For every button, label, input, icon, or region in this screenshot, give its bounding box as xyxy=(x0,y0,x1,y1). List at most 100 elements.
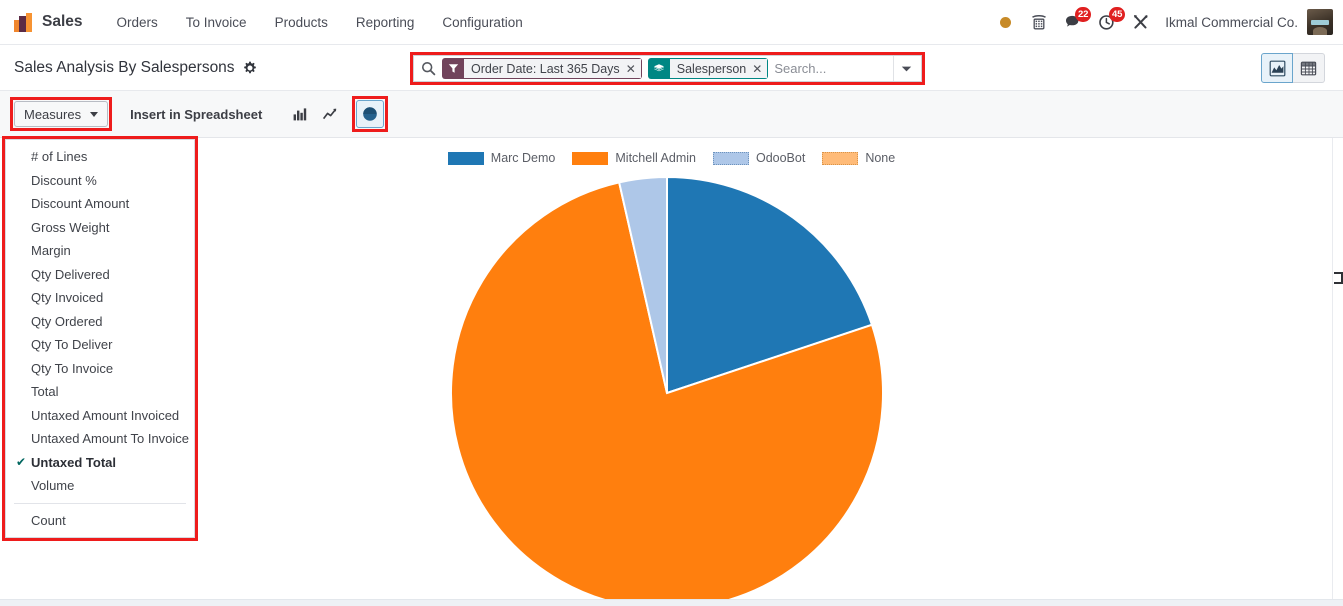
view-switcher xyxy=(1261,53,1325,83)
scroll-edge-marker xyxy=(1334,272,1343,284)
activities-button[interactable]: 45 xyxy=(1090,5,1126,39)
legend-item-marc-demo[interactable]: Marc Demo xyxy=(447,151,555,165)
search-facet-label: Order Date: Last 365 Days xyxy=(471,61,620,76)
chart-type-line-button[interactable] xyxy=(316,100,344,128)
measure-item-qty-to-invoice[interactable]: Qty To Invoice xyxy=(6,357,194,381)
measures-dropdown-button[interactable]: Measures xyxy=(14,101,109,127)
caret-down-icon xyxy=(90,111,99,117)
page-bottom-edge xyxy=(0,599,1343,606)
measure-item-discount-amount[interactable]: Discount Amount xyxy=(6,192,194,216)
line-chart-icon xyxy=(323,108,337,120)
odoo-sales-logo-icon[interactable] xyxy=(14,12,33,32)
measures-dropdown-menu: # of Lines Discount % Discount Amount Gr… xyxy=(5,139,195,538)
legend-label: None xyxy=(865,151,896,165)
measure-item-label: Discount % xyxy=(31,172,97,188)
area-chart-icon xyxy=(1269,60,1285,76)
menu-item-orders[interactable]: Orders xyxy=(103,9,172,36)
gear-icon[interactable] xyxy=(243,61,257,75)
menu-item-reporting[interactable]: Reporting xyxy=(342,9,429,36)
insert-in-spreadsheet-button[interactable]: Insert in Spreadsheet xyxy=(122,102,270,127)
main-menu: Orders To Invoice Products Reporting Con… xyxy=(103,9,537,36)
measure-item-label: Total xyxy=(31,384,59,400)
measure-item-label: Qty To Deliver xyxy=(31,337,113,353)
measure-item-total[interactable]: Total xyxy=(6,380,194,404)
legend-item-odoobot[interactable]: OdooBot xyxy=(712,151,806,165)
top-navbar: Sales Orders To Invoice Products Reporti… xyxy=(0,0,1343,45)
search-facet-body: Salesperson ✕ xyxy=(669,58,769,79)
legend-swatch xyxy=(447,151,484,165)
pivot-table-icon xyxy=(1300,61,1317,75)
view-switcher-pivot[interactable] xyxy=(1293,53,1325,83)
measure-item-untaxed-total[interactable]: ✔ Untaxed Total xyxy=(6,451,194,475)
measure-item-label: Untaxed Amount To Invoice xyxy=(31,431,190,447)
search-facet-label: Salesperson xyxy=(676,61,747,76)
measure-item-label: Gross Weight xyxy=(31,219,110,235)
search-view[interactable]: Order Date: Last 365 Days ✕ Salesperson … xyxy=(413,55,922,82)
chevron-down-icon[interactable] xyxy=(893,56,919,81)
measure-item-label: Count xyxy=(31,512,66,528)
voip-button[interactable] xyxy=(1022,5,1056,39)
checkmark-icon: ✔ xyxy=(16,455,27,470)
legend-item-mitchell-admin[interactable]: Mitchell Admin xyxy=(572,151,696,165)
chart-type-group xyxy=(286,96,389,132)
measure-item-gross-weight[interactable]: Gross Weight xyxy=(6,216,194,240)
measure-item-discount-percent[interactable]: Discount % xyxy=(6,169,194,193)
phone-keypad-icon xyxy=(1032,14,1047,30)
measure-item-qty-delivered[interactable]: Qty Delivered xyxy=(6,263,194,287)
legend-item-none[interactable]: None xyxy=(822,151,895,165)
measure-item-label: Untaxed Amount Invoiced xyxy=(31,407,180,423)
measure-item-qty-invoiced[interactable]: Qty Invoiced xyxy=(6,286,194,310)
search-facet-order-date[interactable]: Order Date: Last 365 Days ✕ xyxy=(442,58,642,79)
measure-item-margin[interactable]: Margin xyxy=(6,239,194,263)
measure-item-untaxed-amount-invoiced[interactable]: Untaxed Amount Invoiced xyxy=(6,404,194,428)
measure-item-label: Volume xyxy=(31,478,75,494)
measure-item-label: Qty Invoiced xyxy=(31,290,104,306)
dropdown-divider xyxy=(14,502,186,504)
measure-item-qty-to-deliver[interactable]: Qty To Deliver xyxy=(6,333,194,357)
measure-item-label: Qty To Invoice xyxy=(31,360,114,376)
close-icon[interactable]: ✕ xyxy=(626,63,636,75)
legend-label: OdooBot xyxy=(755,151,806,165)
pie-slice-group[interactable] xyxy=(450,176,884,599)
page-title: Sales Analysis By Salespersons xyxy=(14,58,235,76)
filter-funnel-icon xyxy=(442,58,464,79)
presence-status-button[interactable] xyxy=(988,5,1022,39)
company-name[interactable]: Ikmal Commercial Co. xyxy=(1158,15,1307,30)
layers-stack-icon xyxy=(647,58,670,79)
graph-renderer: Marc Demo Mitchell Admin OdooBot None xyxy=(0,138,1343,599)
measure-item-label: Margin xyxy=(31,243,71,259)
menu-item-configuration[interactable]: Configuration xyxy=(428,9,536,36)
menu-item-to-invoice[interactable]: To Invoice xyxy=(172,9,261,36)
measures-button-label: Measures xyxy=(24,106,82,122)
measure-item-label: Qty Delivered xyxy=(31,266,110,282)
measure-item-of-lines[interactable]: # of Lines xyxy=(6,145,194,169)
measure-item-volume[interactable]: Volume xyxy=(6,474,194,498)
pie-chart-icon xyxy=(363,107,378,121)
menu-item-products[interactable]: Products xyxy=(261,9,342,36)
search-facet-salesperson[interactable]: Salesperson ✕ xyxy=(647,58,769,79)
pie-chart-svg[interactable] xyxy=(450,176,884,599)
pie-chart[interactable] xyxy=(450,176,884,599)
developer-tools-button[interactable] xyxy=(1124,5,1158,39)
odoo-app-window: Sales Orders To Invoice Products Reporti… xyxy=(0,0,1343,606)
bar-chart-icon xyxy=(293,108,307,121)
measure-item-qty-ordered[interactable]: Qty Ordered xyxy=(6,310,194,334)
measures-button-highlight: Measures xyxy=(10,97,113,131)
messaging-button[interactable]: 22 xyxy=(1056,5,1092,39)
amber-dot-icon xyxy=(999,16,1011,28)
activities-counter-badge: 45 xyxy=(1109,7,1126,22)
measure-item-label: Untaxed Total xyxy=(31,454,116,470)
user-avatar[interactable] xyxy=(1307,9,1333,35)
chart-type-bar-button[interactable] xyxy=(286,100,314,128)
close-icon[interactable]: ✕ xyxy=(752,63,762,75)
measure-item-untaxed-amount-to-invoice[interactable]: Untaxed Amount To Invoice xyxy=(6,427,194,451)
measure-item-label: # of Lines xyxy=(31,149,88,165)
messaging-counter-badge: 22 xyxy=(1075,7,1092,22)
search-input[interactable] xyxy=(774,61,893,76)
app-name[interactable]: Sales xyxy=(42,13,83,31)
view-switcher-graph[interactable] xyxy=(1261,53,1293,83)
measure-item-count[interactable]: Count xyxy=(6,509,194,533)
content-right-edge xyxy=(1332,138,1333,599)
chart-type-pie-button[interactable] xyxy=(356,100,385,128)
measures-dropdown-highlight: # of Lines Discount % Discount Amount Gr… xyxy=(2,136,198,541)
